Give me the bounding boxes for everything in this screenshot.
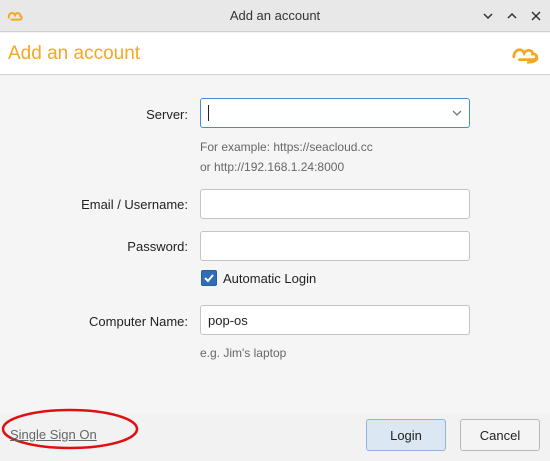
window-title: Add an account bbox=[229, 8, 321, 23]
email-label: Email / Username: bbox=[81, 197, 188, 212]
server-hint-example: For example: https://seacloud.cc bbox=[200, 140, 373, 154]
close-button[interactable] bbox=[526, 6, 546, 26]
server-label: Server: bbox=[146, 107, 188, 122]
server-combobox[interactable] bbox=[200, 98, 470, 128]
account-form: Server: For example: https://seacloud.cc… bbox=[0, 76, 550, 413]
automatic-login-label[interactable]: Automatic Login bbox=[223, 271, 316, 286]
text-caret bbox=[208, 105, 209, 121]
page-title: Add an account bbox=[8, 43, 141, 64]
window-titlebar[interactable]: Add an account bbox=[0, 0, 550, 32]
close-icon bbox=[531, 11, 541, 21]
computer-name-label: Computer Name: bbox=[89, 314, 188, 329]
chevron-down-icon[interactable] bbox=[451, 107, 463, 119]
chevron-down-icon bbox=[483, 13, 493, 20]
minimize-button[interactable] bbox=[478, 6, 498, 26]
cancel-button[interactable]: Cancel bbox=[460, 419, 540, 451]
dialog-header: Add an account bbox=[0, 33, 550, 75]
computer-name-value: pop-os bbox=[208, 312, 248, 328]
chevron-up-icon bbox=[507, 12, 517, 19]
computer-name-hint: e.g. Jim's laptop bbox=[200, 346, 287, 360]
checkmark-icon bbox=[204, 274, 214, 283]
login-button[interactable]: Login bbox=[366, 419, 446, 451]
dialog-footer: Single Sign On Login Cancel bbox=[0, 408, 550, 461]
seafile-logo-icon bbox=[512, 48, 539, 64]
password-field[interactable] bbox=[200, 231, 470, 261]
computer-name-field[interactable]: pop-os bbox=[200, 305, 470, 335]
server-hint-alternative: or http://192.168.1.24:8000 bbox=[200, 160, 345, 174]
single-sign-on-link[interactable]: Single Sign On bbox=[10, 427, 97, 442]
maximize-button[interactable] bbox=[502, 6, 522, 26]
email-field[interactable] bbox=[200, 189, 470, 219]
password-label: Password: bbox=[127, 239, 188, 254]
automatic-login-checkbox[interactable] bbox=[201, 270, 217, 286]
